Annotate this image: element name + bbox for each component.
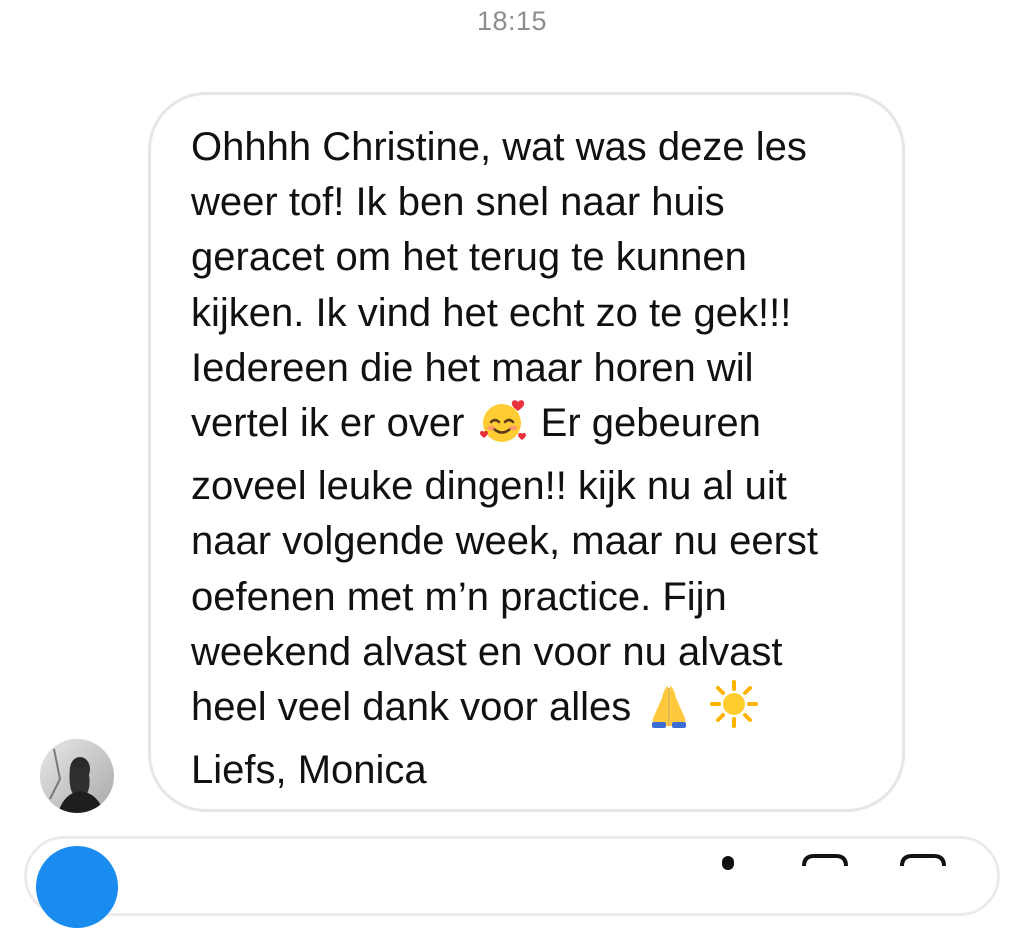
sticker-icon[interactable] bbox=[898, 854, 948, 873]
message-bubble[interactable]: Ohhhh Christine, wat was deze les weer t… bbox=[148, 92, 905, 812]
message-line: geracet om het terug te kunnen bbox=[191, 235, 747, 280]
sun-icon bbox=[709, 680, 758, 743]
incoming-message-row: Ohhhh Christine, wat was deze les weer t… bbox=[0, 0, 1024, 866]
avatar[interactable] bbox=[40, 739, 114, 813]
message-line-with-emoji: heel veel dank voor alles bbox=[191, 680, 872, 743]
message-line: oefenen met m’n practice. Fijn bbox=[191, 574, 727, 619]
message-line-with-emoji: vertel ik er over Er gebeuren bbox=[191, 396, 872, 459]
message-line: weer tof! Ik ben snel naar huis bbox=[191, 180, 725, 225]
microphone-icon[interactable] bbox=[714, 854, 742, 875]
message-line-text: Er gebeuren bbox=[540, 401, 761, 446]
message-line-text: heel veel dank voor alles bbox=[191, 685, 632, 730]
message-line: Iedereen die het maar horen wil bbox=[191, 345, 754, 390]
message-composer[interactable] bbox=[24, 836, 1000, 916]
smiling-face-with-hearts-icon bbox=[478, 398, 528, 459]
message-line: Ohhhh Christine, wat was deze les bbox=[191, 125, 807, 169]
avatar-photo bbox=[40, 739, 114, 813]
camera-button[interactable] bbox=[36, 846, 118, 928]
message-line: weekend alvast en voor nu alvast bbox=[191, 629, 783, 674]
message-line: kijken. Ik vind het echt zo te gek!!! bbox=[191, 290, 792, 335]
gallery-icon[interactable] bbox=[800, 854, 850, 873]
message-line: Liefs, Monica bbox=[191, 748, 427, 793]
message-line: zoveel leuke dingen!! kijk nu al uit bbox=[191, 464, 787, 509]
folded-hands-icon bbox=[644, 684, 694, 743]
message-line: naar volgende week, maar nu eerst bbox=[191, 519, 819, 564]
message-line-text: vertel ik er over bbox=[191, 401, 465, 446]
